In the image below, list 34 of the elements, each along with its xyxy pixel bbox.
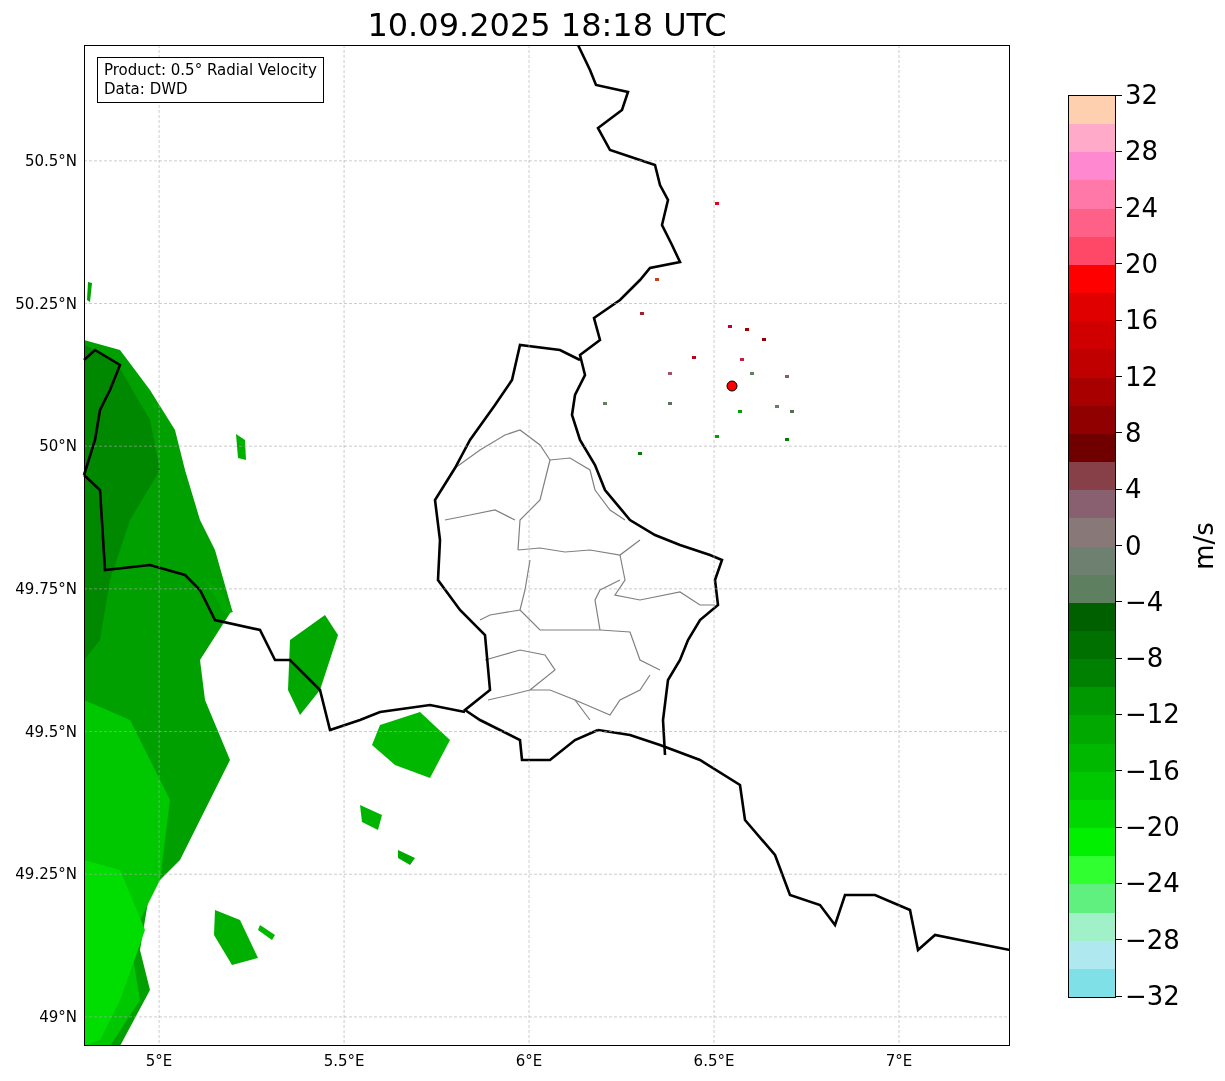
colorbar-tick-label: 4 (1125, 474, 1142, 505)
legend-text: Product: 0.5° Radial Velocity (104, 61, 317, 80)
longitude-label: 6°E (515, 1052, 543, 1070)
latitude-label: 50°N (39, 437, 77, 456)
latitude-label: 50.25°N (15, 294, 77, 313)
colorbar-tick-label: −16 (1125, 755, 1180, 786)
colorbar-tick-label: 0 (1125, 530, 1142, 561)
colorbar-tick-label: −24 (1125, 868, 1180, 899)
colorbar-tick-label: −4 (1125, 586, 1164, 617)
longitude-label: 5°E (145, 1052, 173, 1070)
chart-title: 10.09.2025 18:18 UTC (367, 5, 727, 45)
longitude-label: 7°E (885, 1052, 913, 1070)
colorbar-tick-label: 8 (1125, 417, 1142, 448)
colorbar-tick-label: −12 (1125, 699, 1180, 730)
longitude-label: 6.5°E (693, 1052, 735, 1070)
colorbar-tick-label: 20 (1125, 248, 1159, 279)
longitude-label: 5.5°E (323, 1052, 365, 1070)
radar-site-marker (726, 380, 738, 392)
colorbar-tick-label: 24 (1125, 192, 1159, 223)
colorbar-tick-label: −20 (1125, 812, 1180, 843)
colorbar-tick-label: −8 (1125, 643, 1164, 674)
colorbar-tick-label: 16 (1125, 305, 1159, 336)
colorbar-tick-label: 28 (1125, 136, 1159, 167)
legend-text: Data: DWD (104, 80, 189, 99)
colorbar-tick-label: 32 (1125, 80, 1159, 110)
latitude-label: 50.5°N (24, 151, 77, 170)
latitude-label: 49.5°N (24, 722, 77, 741)
colorbar-tick-label: 12 (1125, 361, 1159, 392)
latitude-label: 49°N (39, 1007, 77, 1026)
latitude-label: 49.75°N (15, 579, 77, 598)
latitude-label: 49.25°N (15, 865, 77, 884)
colorbar-unit-label: m/s (1188, 521, 1219, 570)
colorbar-tick-label: −32 (1125, 981, 1180, 1011)
colorbar-tick-label: −28 (1125, 924, 1180, 955)
